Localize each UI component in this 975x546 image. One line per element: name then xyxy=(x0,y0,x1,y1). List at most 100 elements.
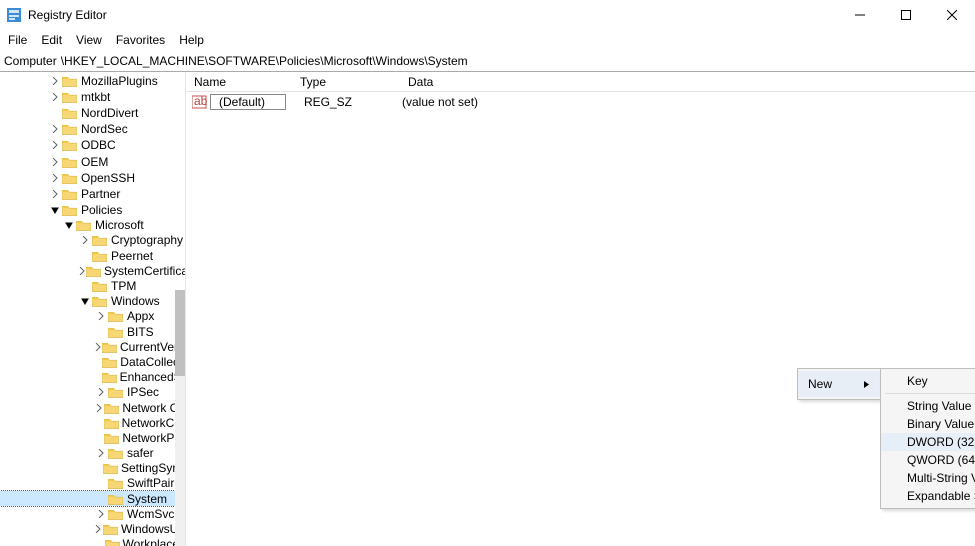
tree-node[interactable]: SwiftPair xyxy=(0,476,185,491)
folder-icon xyxy=(102,355,117,369)
tree-scrollbar-thumb[interactable] xyxy=(175,290,185,376)
tree-node-label: safer xyxy=(127,446,154,460)
address-bar: Computer xyxy=(0,50,975,72)
folder-icon xyxy=(62,187,78,201)
tree-node-label: Appx xyxy=(127,309,154,323)
menu-edit[interactable]: Edit xyxy=(41,33,62,47)
tree-node[interactable]: NordSec xyxy=(0,122,185,137)
window-title: Registry Editor xyxy=(28,8,837,22)
tree-node[interactable]: NordDivert xyxy=(0,105,185,120)
tree-node[interactable]: Microsoft xyxy=(0,218,185,233)
tree-node-label: NordDivert xyxy=(81,106,138,120)
list-header: Name Type Data xyxy=(186,72,975,92)
caret-right-icon[interactable] xyxy=(94,343,102,351)
caret-right-icon[interactable] xyxy=(94,449,108,457)
tree-node[interactable]: OpenSSH xyxy=(0,170,185,185)
menu-favorites[interactable]: Favorites xyxy=(116,33,165,47)
tree-node-label: SwiftPair xyxy=(127,476,174,490)
tree-node[interactable]: NetworkCor xyxy=(0,415,185,430)
submenu-binary[interactable]: Binary Value xyxy=(881,415,975,433)
caret-right-icon[interactable] xyxy=(48,77,62,85)
tree-node-label: IPSec xyxy=(127,385,159,399)
tree-node[interactable]: safer xyxy=(0,446,185,461)
caret-right-icon[interactable] xyxy=(94,525,103,533)
tree-node[interactable]: IPSec xyxy=(0,385,185,400)
tree-node[interactable]: DataCollecti xyxy=(0,354,185,369)
tree-node[interactable]: WindowsUp xyxy=(0,521,185,536)
tree-node[interactable]: ODBC xyxy=(0,138,185,153)
app-icon xyxy=(6,7,22,23)
tree-node[interactable]: System xyxy=(0,491,185,506)
tree-node[interactable]: Windows xyxy=(0,294,185,309)
caret-right-icon[interactable] xyxy=(94,510,108,518)
caret-right-icon[interactable] xyxy=(48,125,62,133)
tree-node[interactable]: SettingSync xyxy=(0,461,185,476)
menu-view[interactable]: View xyxy=(76,33,102,47)
folder-icon xyxy=(104,431,119,445)
folder-icon xyxy=(62,90,78,104)
tree-node[interactable]: Partner xyxy=(0,186,185,201)
maximize-button[interactable] xyxy=(883,0,929,30)
tree-node[interactable]: NetworkPro xyxy=(0,430,185,445)
submenu-key[interactable]: Key xyxy=(881,372,975,390)
tree-node-label: mtkbt xyxy=(81,90,110,104)
tree-node[interactable]: OEM xyxy=(0,154,185,169)
tree-node-label: SystemCertifica xyxy=(104,264,186,278)
caret-right-icon[interactable] xyxy=(48,190,62,198)
tree-node[interactable]: WcmSvc xyxy=(0,506,185,521)
tree-node[interactable]: CurrentVersi xyxy=(0,339,185,354)
tree-node[interactable]: SystemCertifica xyxy=(0,263,185,278)
caret-down-icon[interactable] xyxy=(48,206,62,214)
tree-node[interactable]: Peernet xyxy=(0,248,185,263)
folder-icon xyxy=(62,74,78,88)
folder-icon xyxy=(62,106,78,120)
submenu-qword[interactable]: QWORD (64-bit) Value xyxy=(881,451,975,469)
tree-node[interactable]: Cryptography xyxy=(0,233,185,248)
caret-right-icon[interactable] xyxy=(48,174,62,182)
submenu-expand[interactable]: Expandable String Value xyxy=(881,487,975,505)
tree-node-label: Microsoft xyxy=(95,218,144,232)
caret-right-icon[interactable] xyxy=(48,158,62,166)
tree-node-label: MozillaPlugins xyxy=(81,74,158,88)
tree-node-label: System xyxy=(127,492,167,506)
caret-right-icon[interactable] xyxy=(48,141,62,149)
caret-down-icon[interactable] xyxy=(78,297,92,305)
folder-icon xyxy=(86,264,101,278)
caret-right-icon[interactable] xyxy=(48,93,62,101)
submenu-multi[interactable]: Multi-String Value xyxy=(881,469,975,487)
tree-node-label: Peernet xyxy=(111,249,153,263)
col-data[interactable]: Data xyxy=(400,75,975,89)
close-button[interactable] xyxy=(929,0,975,30)
folder-icon xyxy=(62,203,78,217)
caret-right-icon[interactable] xyxy=(94,388,108,396)
context-menu-new[interactable]: New xyxy=(798,371,880,397)
context-submenu-new: Key String Value Binary Value DWORD (32-… xyxy=(880,368,975,509)
tree-node[interactable]: BITS xyxy=(0,324,185,339)
caret-right-icon[interactable] xyxy=(78,236,92,244)
tree-node[interactable]: MozillaPlugins xyxy=(0,73,185,88)
submenu-string[interactable]: String Value xyxy=(881,397,975,415)
tree-scrollbar[interactable] xyxy=(175,290,185,546)
tree-node[interactable]: EnhancedSt xyxy=(0,370,185,385)
value-row[interactable]: (Default) REG_SZ (value not set) xyxy=(186,92,975,110)
minimize-button[interactable] xyxy=(837,0,883,30)
tree-node[interactable]: TPM xyxy=(0,278,185,293)
folder-icon xyxy=(105,537,120,546)
tree-node-label: TPM xyxy=(111,279,136,293)
caret-right-icon[interactable] xyxy=(94,404,104,412)
caret-right-icon[interactable] xyxy=(78,267,86,275)
tree-node-label: ODBC xyxy=(81,138,116,152)
col-type[interactable]: Type xyxy=(292,75,400,89)
tree-node-label: NordSec xyxy=(81,122,128,136)
tree-node[interactable]: mtkbt xyxy=(0,89,185,104)
caret-down-icon[interactable] xyxy=(62,221,76,229)
submenu-dword[interactable]: DWORD (32-bit) Value xyxy=(881,433,975,451)
tree-node[interactable]: WorkplaceJ xyxy=(0,537,185,546)
menu-file[interactable]: File xyxy=(8,33,27,47)
tree-node[interactable]: Appx xyxy=(0,309,185,324)
tree-node[interactable]: Policies xyxy=(0,203,185,218)
tree-node[interactable]: Network Co xyxy=(0,400,185,415)
value-name[interactable]: (Default) xyxy=(210,94,286,110)
folder-icon xyxy=(108,507,124,521)
caret-right-icon[interactable] xyxy=(94,312,108,320)
